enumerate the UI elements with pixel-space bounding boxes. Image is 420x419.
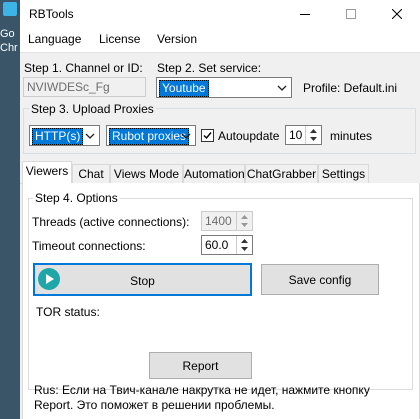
proxy-type-value: HTTP(s) <box>32 128 84 145</box>
save-config-button[interactable]: Save config <box>261 264 379 295</box>
notice-text: Rus: Если на Твич-канале накрутка не иде… <box>34 383 370 412</box>
chevron-down-icon <box>181 133 191 139</box>
timeout-stepper[interactable]: 60.0 <box>201 235 253 255</box>
step3-label: Step 3. Upload Proxies <box>29 102 156 116</box>
desktop-icon-label: Chr <box>0 42 18 54</box>
stepper-up-button[interactable] <box>237 236 252 245</box>
autoupdate-checkbox[interactable] <box>201 129 214 142</box>
chevron-down-icon <box>85 133 95 139</box>
stepper-up-button[interactable] <box>306 126 321 135</box>
maximize-icon <box>346 9 356 19</box>
stepper-down-button[interactable] <box>306 135 321 144</box>
step4-label: Step 4. Options <box>33 191 120 205</box>
channel-id-input[interactable]: NVIWDESc_Fg <box>23 77 146 97</box>
proxy-source-value: Rubot proxies <box>109 128 190 145</box>
desktop-background: Go Chr <box>0 0 20 419</box>
window-title: RBTools <box>29 7 74 21</box>
threads-value: 1400 <box>205 214 232 228</box>
tor-status-label: TOR status: <box>36 305 100 319</box>
minimize-icon <box>300 14 310 15</box>
proxy-source-select[interactable]: Rubot proxies <box>106 125 196 146</box>
chevron-up-icon <box>241 215 248 219</box>
minimize-button[interactable] <box>282 0 328 28</box>
stop-button[interactable]: Stop <box>33 263 252 296</box>
checkmark-icon <box>203 132 212 140</box>
tab-views-mode[interactable]: Views Mode <box>110 164 183 184</box>
stop-button-label: Stop <box>130 274 155 288</box>
stepper-buttons <box>236 212 252 230</box>
chevron-up-icon <box>241 239 248 243</box>
app-window: RBTools Language License Version Step 1.… <box>20 0 420 419</box>
autoupdate-label: Autoupdate <box>218 129 280 143</box>
stepper-buttons <box>305 126 321 144</box>
service-selected-value: Youtube <box>159 80 209 97</box>
menu-version[interactable]: Version <box>157 32 197 46</box>
stepper-down-button[interactable] <box>237 245 252 254</box>
chevron-down-icon <box>277 85 287 91</box>
menu-bar: Language License Version <box>20 28 420 53</box>
interval-unit-label: minutes <box>330 129 373 143</box>
desktop-icon-label: Go <box>0 28 15 40</box>
chevron-down-icon <box>241 247 248 251</box>
service-select[interactable]: Youtube <box>156 77 292 98</box>
threads-stepper[interactable]: 1400 <box>201 211 253 231</box>
report-button[interactable]: Report <box>149 352 252 379</box>
stepper-up-button[interactable] <box>237 212 252 221</box>
close-button[interactable] <box>374 0 420 28</box>
app-icon <box>3 2 17 16</box>
step1-label: Step 1. Channel or ID: <box>24 61 143 75</box>
timeout-value: 60.0 <box>205 238 229 252</box>
chevron-down-icon <box>241 223 248 227</box>
tab-settings[interactable]: Settings <box>318 164 369 184</box>
maximize-button[interactable] <box>328 0 374 28</box>
save-config-label: Save config <box>288 273 352 287</box>
menu-license[interactable]: License <box>99 32 140 46</box>
stepper-down-button[interactable] <box>237 221 252 230</box>
proxy-type-select[interactable]: HTTP(s) <box>29 125 100 146</box>
tab-automation[interactable]: Automation <box>183 164 245 184</box>
stepper-buttons <box>236 236 252 254</box>
interval-stepper[interactable]: 10 <box>285 125 322 145</box>
profile-label: Profile: Default.ini <box>303 81 398 95</box>
tab-chatgrabber[interactable]: ChatGrabber <box>245 164 318 184</box>
interval-value: 10 <box>289 128 303 142</box>
tab-viewers[interactable]: Viewers <box>22 161 72 184</box>
timeout-label: Timeout connections: <box>32 239 146 253</box>
threads-label: Threads (active connections): <box>32 215 190 229</box>
menu-language[interactable]: Language <box>28 32 81 46</box>
close-icon <box>392 9 402 19</box>
chevron-down-icon <box>310 137 317 141</box>
step2-label: Step 2. Set service: <box>157 61 262 75</box>
channel-id-value: NVIWDESc_Fg <box>27 80 110 94</box>
tab-chat[interactable]: Chat <box>72 164 110 184</box>
report-label: Report <box>182 359 219 373</box>
title-bar: RBTools <box>20 0 420 28</box>
chevron-up-icon <box>310 129 317 133</box>
